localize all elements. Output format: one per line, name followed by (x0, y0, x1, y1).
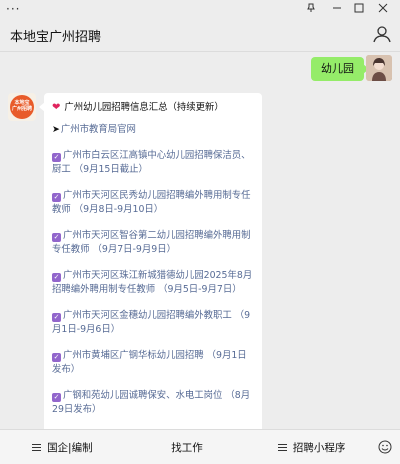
checkbox-icon: ✓ (52, 393, 61, 402)
education-bureau-link[interactable]: ➤广州市教育局官网 (52, 123, 254, 137)
job-link-7[interactable]: ✓ 广钢和苑幼儿园诚聘保安、水电工岗位 （8月29日发布） (52, 389, 254, 417)
ellipsis-icon[interactable]: ··· (6, 2, 20, 16)
job-link-1[interactable]: ✓ 广州市白云区江高镇中心幼儿园招聘保洁员、厨工 （9月15日截止） (52, 149, 254, 177)
checkbox-icon: ✓ (52, 233, 61, 242)
pin-icon[interactable] (300, 0, 322, 16)
bottom-menu-bar: 国企|编制 找工作 招聘小程序 (0, 429, 400, 464)
job-link-6[interactable]: ✓ 广州市黄埔区广钢华标幼儿园招聘 （9月1日发布） (52, 349, 254, 377)
job-link-5[interactable]: ✓ 广州市天河区金穗幼儿园招聘编外教职工 （9月1日-9月6日） (52, 309, 254, 337)
job-link-text[interactable]: 广州市天河区金穗幼儿园招聘编外教职工 （9月1日-9月6日） (52, 310, 250, 335)
education-bureau-link-text[interactable]: 广州市教育局官网 (61, 124, 136, 135)
emoji-icon[interactable] (378, 440, 392, 454)
bot-message-bubble[interactable]: ❤ 广州幼儿园招聘信息汇总（持续更新） ➤广州市教育局官网 ✓ 广州市白云区江高镇中… (39, 93, 262, 429)
my-avatar[interactable] (366, 55, 392, 81)
checkbox-icon: ✓ (52, 353, 61, 362)
menu-item-find-job[interactable]: 找工作 (125, 440, 250, 455)
chat-header: 本地宝广州招聘 (0, 18, 400, 52)
job-link-text[interactable]: 广州市天河区民秀幼儿园招聘编外聘用制专任教师 （9月8日-9月10日） (52, 190, 251, 215)
minimize-icon[interactable] (326, 0, 348, 16)
profile-icon[interactable] (372, 24, 392, 44)
menu-item-label: 找工作 (171, 441, 203, 454)
job-link-3[interactable]: ✓ 广州市天河区智谷第二幼儿园招聘编外聘用制专任教师 （9月7日-9月9日） (52, 229, 254, 257)
menu-icon (32, 442, 42, 453)
job-link-4[interactable]: ✓ 广州市天河区珠江新城猎德幼儿园2025年8月招聘编外聘用制专任教师 （9月5日… (52, 269, 254, 297)
checkbox-icon: ✓ (52, 313, 61, 322)
menu-item-state-enterprise[interactable]: 国企|编制 (0, 440, 125, 455)
job-link-2[interactable]: ✓ 广州市天河区民秀幼儿园招聘编外聘用制专任教师 （9月8日-9月10日） (52, 189, 254, 217)
heart-icon: ❤ (52, 102, 61, 113)
menu-item-mini-program[interactable]: 招聘小程序 (249, 440, 374, 455)
message-heading: ❤ 广州幼儿园招聘信息汇总（持续更新） (52, 101, 254, 115)
job-link-text[interactable]: 广州市白云区江高镇中心幼儿园招聘保洁员、厨工 （9月15日截止） (52, 150, 251, 175)
message-heading-text: 广州幼儿园招聘信息汇总（持续更新） (64, 102, 224, 113)
close-icon[interactable] (372, 0, 394, 16)
chat-area[interactable]: 幼儿园 本地宝 广州招聘 ❤ 广州幼儿园招聘信息汇总（持续更新） ➤广州市教育局官… (0, 53, 400, 429)
chat-title: 本地宝广州招聘 (10, 30, 102, 45)
job-link-text[interactable]: 广州市黄埔区广钢华标幼儿园招聘 （9月1日发布） (52, 350, 247, 375)
bot-avatar-label-2: 广州招聘 (11, 106, 32, 112)
job-link-text[interactable]: 广州市天河区珠江新城猎德幼儿园2025年8月招聘编外聘用制专任教师 （9月5日-… (52, 270, 252, 295)
checkbox-icon: ✓ (52, 193, 61, 202)
my-message-bubble[interactable]: 幼儿园 (311, 57, 369, 81)
checkbox-icon: ✓ (52, 273, 61, 282)
job-link-text[interactable]: 广州市天河区智谷第二幼儿园招聘编外聘用制专任教师 （9月7日-9月9日） (52, 230, 251, 255)
menu-icon (277, 442, 287, 453)
job-link-text[interactable]: 广钢和苑幼儿园诚聘保安、水电工岗位 （8月29日发布） (52, 390, 250, 415)
maximize-icon[interactable] (348, 0, 370, 16)
menu-item-label: 招聘小程序 (292, 441, 346, 454)
menu-item-label: 国企|编制 (47, 441, 93, 454)
bot-avatar[interactable]: 本地宝 广州招聘 (8, 93, 36, 121)
arrow-right-icon: ➤ (52, 124, 60, 135)
window-titlebar: ··· (0, 0, 400, 18)
checkbox-icon: ✓ (52, 153, 61, 162)
